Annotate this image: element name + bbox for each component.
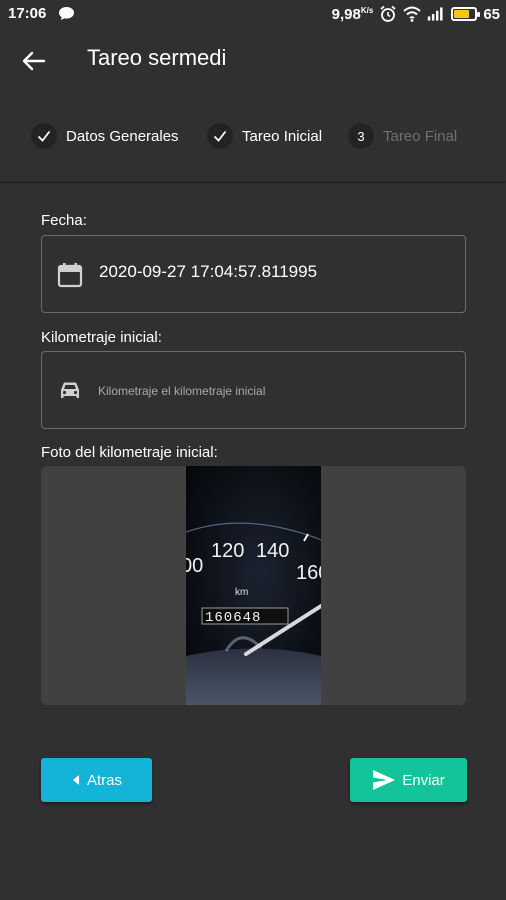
status-time: 17:06 (8, 5, 47, 22)
send-button[interactable]: Enviar (350, 758, 467, 802)
foto-label: Foto del kilometraje inicial: (41, 444, 218, 461)
step-circle (31, 123, 57, 149)
fecha-field[interactable]: 2020-09-27 17:04:57.811995 (41, 235, 466, 313)
arrow-left-icon[interactable] (20, 47, 48, 75)
car-icon (61, 382, 79, 398)
odometer-unit: km (235, 587, 248, 598)
app-bar: Tareo sermedi (0, 30, 506, 90)
battery-icon (451, 7, 481, 21)
send-button-label: Enviar (402, 771, 445, 789)
message-icon (59, 7, 74, 20)
step-number: 3 (348, 123, 374, 149)
caret-left-icon (72, 775, 79, 785)
speed-tick: 140 (256, 540, 289, 562)
alarm-icon (380, 5, 396, 22)
page-title: Tareo sermedi (87, 45, 227, 70)
back-button-label: Atras (86, 771, 122, 789)
fecha-label: Fecha: (41, 212, 87, 229)
back-button[interactable]: Atras (41, 758, 152, 802)
status-right-group: 9,98K/s 65 (332, 5, 500, 23)
calendar-icon (57, 263, 83, 288)
network-speed: 9,98K/s (331, 5, 374, 23)
step-label: Tareo Inicial (242, 127, 323, 145)
check-icon (37, 130, 51, 142)
speed-tick: 00 (186, 555, 203, 577)
photo-container[interactable]: 00 120 140 160 km 160648 (41, 466, 466, 705)
step-label: Tareo Final (383, 127, 458, 145)
battery-level: 65 (483, 5, 500, 23)
send-icon (373, 770, 396, 790)
speed-tick: 120 (211, 540, 244, 562)
odometer-reading: 160648 (205, 610, 261, 626)
step-tareo-final[interactable]: 3 Tareo Final (348, 123, 457, 149)
step-label: Datos Generales (66, 127, 179, 145)
check-icon (213, 130, 227, 142)
step-circle (207, 123, 233, 149)
wifi-icon (403, 6, 421, 22)
signal-icon (428, 7, 443, 21)
speed-tick: 160 (296, 562, 321, 584)
odometer-photo: 00 120 140 160 km 160648 (186, 466, 321, 705)
status-bar: 17:06 9,98K/s 65 (0, 0, 506, 30)
stepper: Datos Generales Tareo Inicial 3 Tareo Fi… (0, 90, 506, 182)
step-tareo-inicial[interactable]: Tareo Inicial (207, 123, 322, 149)
kilometraje-field[interactable] (41, 351, 466, 429)
kilometraje-input[interactable] (98, 380, 438, 402)
battery-fill (454, 10, 469, 18)
fecha-value: 2020-09-27 17:04:57.811995 (99, 262, 318, 281)
kilometraje-label: Kilometraje inicial: (41, 329, 162, 346)
step-datos-generales[interactable]: Datos Generales (31, 123, 179, 149)
